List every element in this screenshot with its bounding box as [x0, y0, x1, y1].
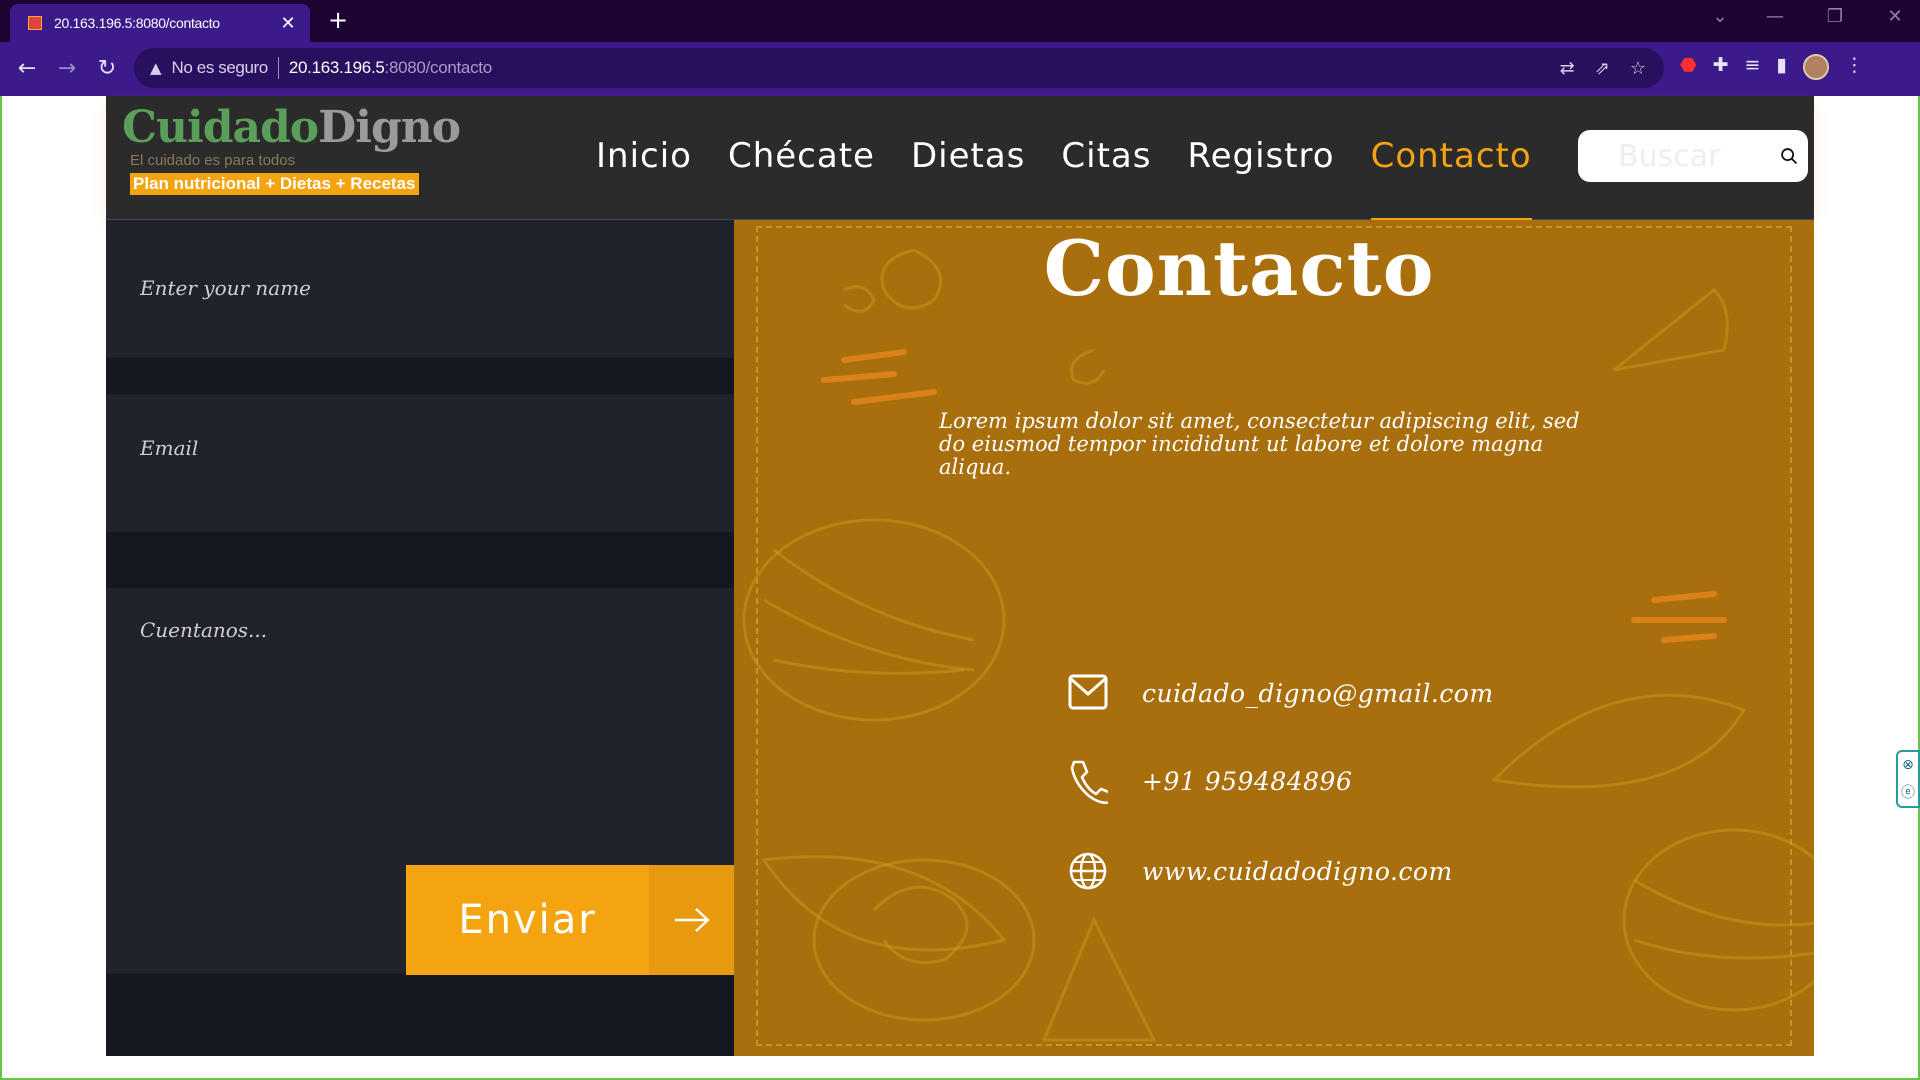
restore-icon[interactable]: ❐: [1820, 6, 1850, 27]
brand-name: CuidadoDigno: [122, 102, 461, 154]
contact-email[interactable]: cuidado_digno@gmail.com: [1142, 679, 1494, 708]
tab-search-icon[interactable]: ⌄: [1705, 6, 1735, 27]
close-circle-icon[interactable]: ⊗: [1902, 757, 1914, 773]
arrow-right-icon: [649, 865, 734, 975]
site-header: CuidadoDigno El cuidado es para todos Pl…: [106, 96, 1814, 224]
mail-icon: [1068, 674, 1108, 710]
search-input[interactable]: [1616, 137, 1780, 175]
brand-logo[interactable]: CuidadoDigno El cuidado es para todos Pl…: [122, 102, 461, 195]
browser-toolbar: ← → ↻ ▲ No es seguro 20.163.196.5 :8080/…: [0, 42, 1920, 96]
divider: [277, 57, 279, 79]
nav-citas[interactable]: Citas: [1061, 136, 1151, 176]
email-field[interactable]: Email: [106, 394, 734, 532]
adblock-icon[interactable]: ⬣: [1680, 54, 1697, 80]
contact-phone[interactable]: +91 959484896: [1142, 767, 1352, 796]
edge-icon[interactable]: ⓔ: [1901, 782, 1915, 802]
tab-strip: 20.163.196.5:8080/contacto ✕ + ⌄ — ❐ ✕: [0, 0, 1920, 42]
side-panel-icon[interactable]: ▮: [1776, 54, 1786, 80]
side-widget[interactable]: ⊗ ⓔ: [1896, 750, 1920, 808]
forward-icon[interactable]: →: [52, 54, 82, 84]
nav-contacto[interactable]: Contacto: [1370, 136, 1532, 224]
nav-inicio[interactable]: Inicio: [596, 136, 692, 176]
phone-icon: [1070, 760, 1108, 804]
extensions-icon[interactable]: ✚: [1713, 54, 1729, 80]
contact-phone-row: +91 959484896: [1068, 758, 1352, 804]
close-window-icon[interactable]: ✕: [1880, 6, 1910, 27]
url-host: 20.163.196.5: [288, 58, 385, 77]
close-tab-icon[interactable]: ✕: [278, 13, 298, 34]
new-tab-button[interactable]: +: [324, 6, 352, 34]
bookmark-star-icon[interactable]: ☆: [1630, 58, 1646, 79]
favicon-icon: [28, 16, 42, 30]
globe-icon: [1069, 852, 1107, 890]
search-icon[interactable]: [1780, 143, 1798, 169]
brand-tagline: El cuidado es para todos: [130, 152, 296, 169]
translate-icon[interactable]: ⇄: [1560, 58, 1575, 79]
back-icon[interactable]: ←: [12, 54, 42, 84]
name-field[interactable]: Enter your name: [106, 220, 734, 358]
minimize-icon[interactable]: —: [1760, 6, 1790, 27]
profile-avatar[interactable]: [1802, 54, 1829, 80]
contact-title: Contacto: [1043, 224, 1435, 313]
contact-description: Lorem ipsum dolor sit amet, consectetur …: [939, 409, 1580, 479]
url-path: :8080/contacto: [384, 58, 493, 77]
browser-tab[interactable]: 20.163.196.5:8080/contacto ✕: [10, 4, 310, 42]
nav-dietas[interactable]: Dietas: [911, 136, 1025, 176]
tab-title: 20.163.196.5:8080/contacto: [54, 15, 220, 31]
submit-button[interactable]: Enviar: [406, 865, 734, 975]
menu-icon[interactable]: ⋮: [1845, 54, 1864, 80]
food-doodle-background: [742, 248, 1814, 1042]
window-frame-left: [0, 0, 2, 1080]
nav-checate[interactable]: Chécate: [728, 136, 875, 176]
contact-email-row: cuidado_digno@gmail.com: [1068, 670, 1494, 716]
search-box: [1578, 130, 1808, 182]
address-bar[interactable]: ▲ No es seguro 20.163.196.5 :8080/contac…: [134, 48, 1664, 88]
nav-registro[interactable]: Registro: [1187, 136, 1334, 176]
brand-plan-badge: Plan nutricional + Dietas + Recetas: [130, 173, 419, 195]
contact-form: Enter your name Email Cuentanos... Envia…: [106, 220, 734, 1056]
web-page: CuidadoDigno El cuidado es para todos Pl…: [106, 96, 1814, 1056]
warning-icon: ▲: [150, 59, 162, 77]
contact-panel: Contacto Lorem ipsum dolor sit amet, con…: [734, 220, 1814, 1056]
submit-label: Enviar: [458, 897, 597, 943]
security-label: No es seguro: [171, 58, 269, 77]
share-icon[interactable]: ⇗: [1595, 58, 1610, 79]
brand-name-part1: Cuidado: [122, 102, 319, 153]
contact-website-row: www.cuidadodigno.com: [1068, 848, 1453, 894]
contact-website[interactable]: www.cuidadodigno.com: [1142, 857, 1453, 886]
main-nav: Inicio Chécate Dietas Citas Registro Con…: [596, 136, 1568, 224]
brand-name-part2: Digno: [318, 102, 461, 153]
reload-icon[interactable]: ↻: [92, 54, 122, 84]
media-icon[interactable]: ≡: [1745, 54, 1761, 80]
